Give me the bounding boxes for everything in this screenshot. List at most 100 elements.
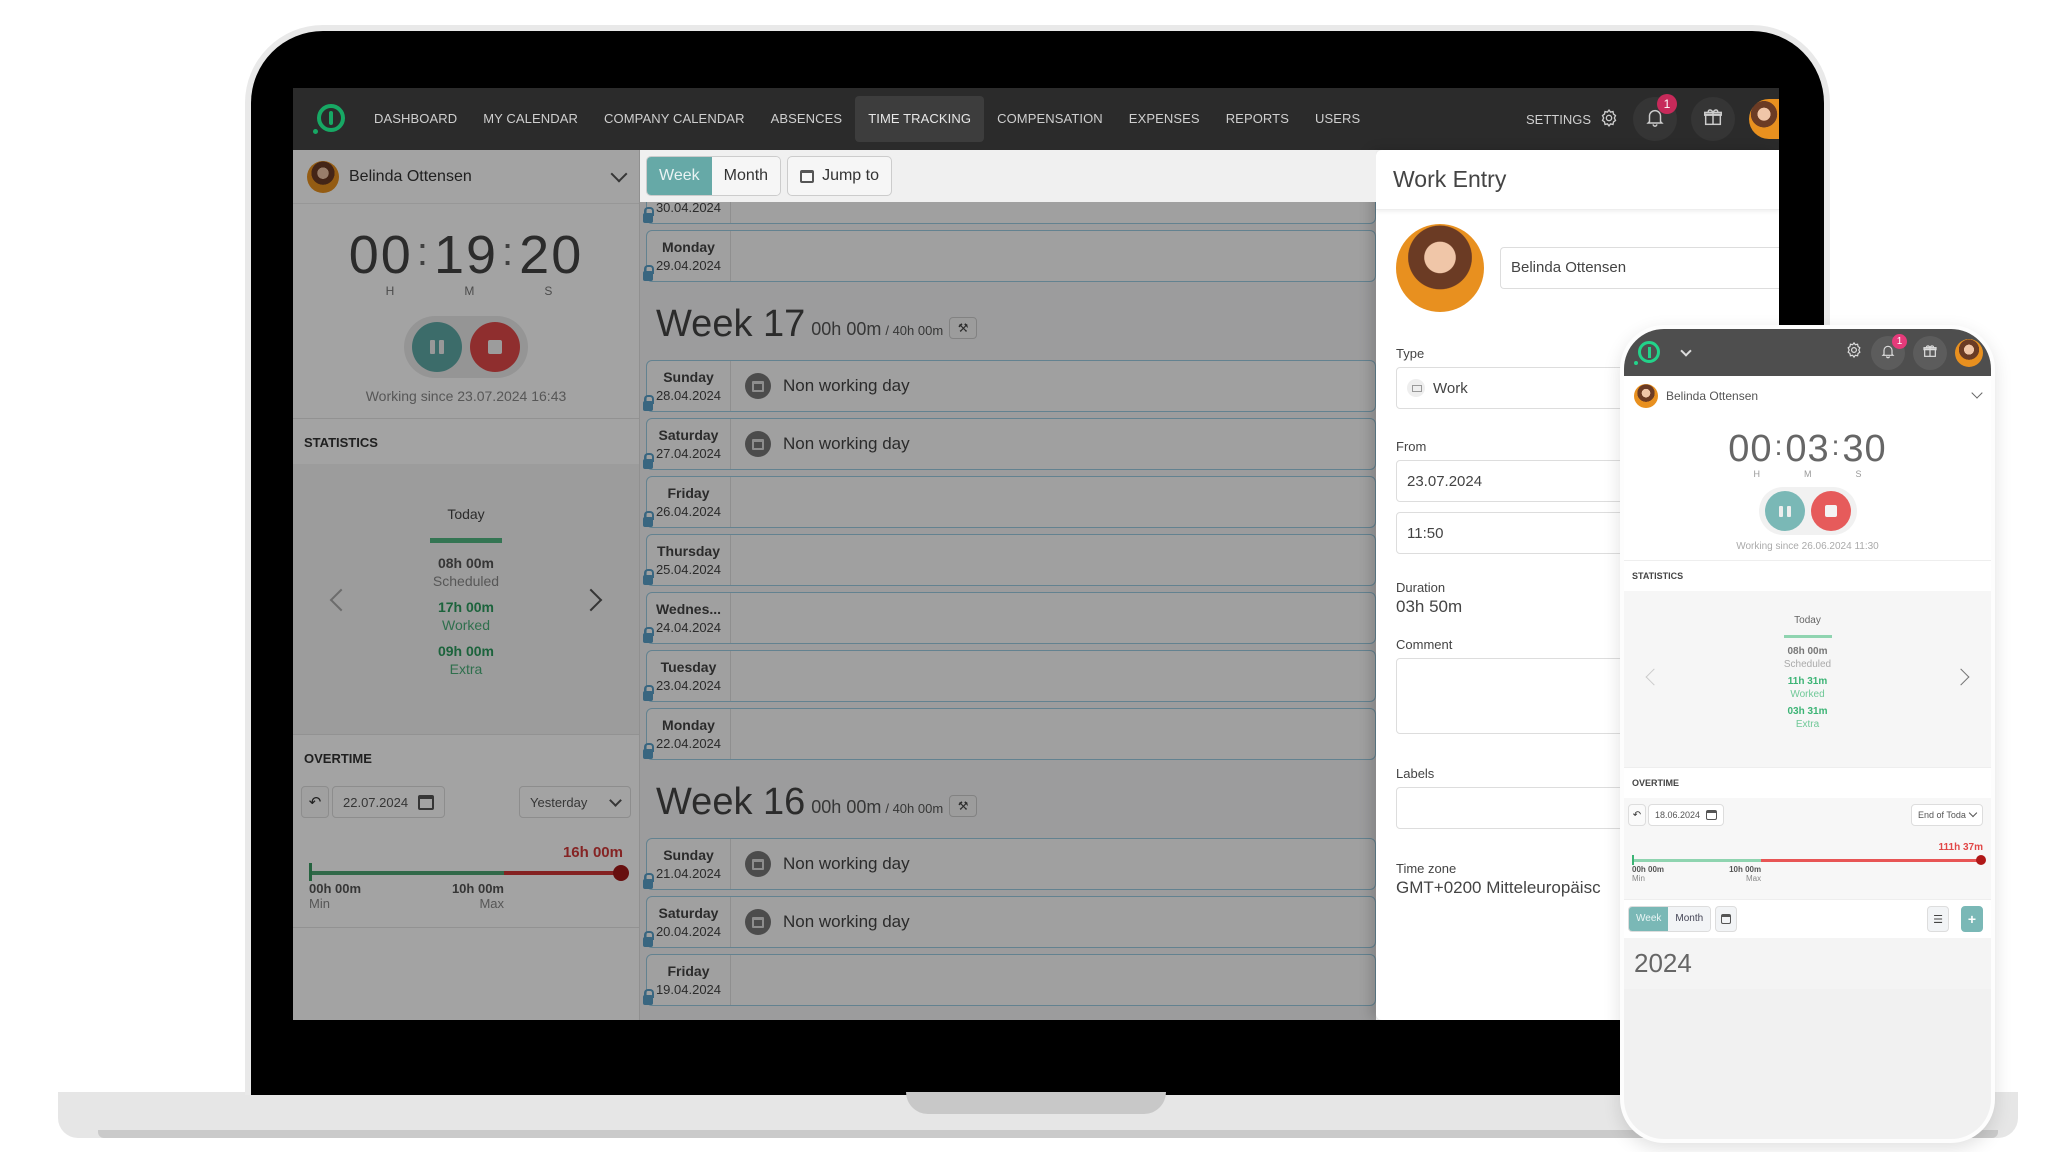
gifts-button[interactable] — [1691, 97, 1735, 141]
day-name: Saturday — [658, 905, 719, 921]
gear-icon[interactable] — [1845, 341, 1863, 364]
day-row[interactable]: Sunday 21.04.2024 Non working day — [643, 838, 1376, 890]
user-selector[interactable]: Belinda Ottensen — [293, 150, 639, 204]
gifts-button[interactable] — [1913, 335, 1947, 370]
unlock-icon[interactable] — [643, 569, 654, 585]
notifications-button[interactable]: 1 — [1871, 333, 1907, 370]
nav-item-users[interactable]: USERS — [1302, 96, 1373, 142]
user-avatar — [1634, 384, 1658, 408]
day-row[interactable]: Friday 26.04.2024 — [643, 476, 1376, 528]
pause-button[interactable] — [412, 322, 462, 372]
extra-label: Extra — [1795, 719, 1820, 730]
filter-button[interactable]: ☰ — [1927, 906, 1949, 932]
reset-button[interactable]: ↶ — [301, 786, 329, 818]
from-date-value: 23.07.2024 — [1407, 472, 1483, 490]
profile-avatar[interactable] — [1955, 338, 1983, 367]
logo-icon[interactable] — [313, 102, 347, 136]
gear-icon — [1599, 108, 1619, 131]
chevron-down-icon — [1971, 387, 1983, 399]
overtime-range-select[interactable]: Yesterday — [519, 786, 631, 818]
logo-icon[interactable] — [1634, 339, 1662, 367]
day-note: Non working day — [783, 434, 910, 453]
unlock-icon[interactable] — [643, 395, 654, 411]
unlock-icon[interactable] — [643, 931, 654, 947]
unlock-icon[interactable] — [643, 627, 654, 643]
settings-link[interactable]: SETTINGS — [1526, 108, 1619, 131]
nav-item-time-tracking[interactable]: TIME TRACKING — [855, 96, 985, 142]
unlock-icon[interactable] — [643, 685, 654, 701]
month-view-button[interactable]: Month — [1668, 907, 1711, 931]
day-date: 30.04.2024 — [655, 200, 722, 215]
week-view-button[interactable]: Week — [647, 157, 712, 195]
nav-item-reports[interactable]: REPORTS — [1213, 96, 1302, 142]
calendar-icon — [418, 794, 435, 810]
sliders-icon: ☰ — [1933, 913, 1943, 926]
calendar-icon — [1706, 810, 1718, 820]
day-row[interactable]: Sunday 28.04.2024 Non working day — [643, 360, 1376, 412]
magic-wand-icon[interactable]: ⚒ — [949, 317, 978, 339]
magic-wand-icon[interactable]: ⚒ — [949, 795, 978, 817]
nav-item-dashboard[interactable]: DASHBOARD — [361, 96, 470, 142]
day-row[interactable]: Friday 19.04.2024 — [643, 954, 1376, 1006]
overtime-title: OVERTIME — [1624, 767, 1991, 798]
entry-user-avatar — [1396, 224, 1484, 312]
nav-item-compensation[interactable]: COMPENSATION — [984, 96, 1116, 142]
unlock-icon[interactable] — [643, 743, 654, 759]
nav-item-expenses[interactable]: EXPENSES — [1116, 96, 1213, 142]
menu-chevron-icon[interactable] — [1680, 344, 1692, 357]
day-note: Non working day — [783, 912, 910, 931]
jump-to-button[interactable]: Jump to — [787, 156, 892, 196]
user-name: Belinda Ottensen — [349, 167, 472, 185]
user-selector[interactable]: Belinda Ottensen — [1624, 376, 1991, 416]
overtime-bar-start — [309, 863, 312, 881]
unlock-icon[interactable] — [643, 265, 654, 281]
day-row[interactable]: Saturday 20.04.2024 Non working day — [643, 896, 1376, 948]
day-cell: Tuesday 23.04.2024 — [647, 651, 731, 701]
profile-avatar[interactable] — [1749, 99, 1779, 139]
day-row[interactable]: Thursday 25.04.2024 — [643, 534, 1376, 586]
week-view-button[interactable]: Week — [1629, 907, 1669, 931]
calendar-icon — [745, 373, 771, 399]
month-view-button[interactable]: Month — [711, 157, 781, 195]
stop-icon — [1824, 505, 1837, 517]
overtime-date-input[interactable]: 22.07.2024 — [332, 786, 446, 818]
overtime-date-input[interactable]: 18.06.2024 — [1648, 804, 1725, 826]
timer-seconds: 20 — [519, 225, 584, 285]
day-row[interactable]: Wednes... 24.04.2024 — [643, 592, 1376, 644]
add-entry-button[interactable]: + — [1961, 906, 1983, 932]
day-row[interactable]: Tuesday 23.04.2024 — [643, 650, 1376, 702]
day-row[interactable]: Monday 29.04.2024 — [643, 230, 1376, 282]
overtime-range-select[interactable]: End of Today — [1911, 804, 1983, 826]
nav-menu: DASHBOARD MY CALENDAR COMPANY CALENDAR ABSE… — [361, 88, 1373, 150]
timer-minutes: 03 — [1785, 428, 1830, 470]
unlock-icon[interactable] — [643, 207, 654, 223]
pause-button[interactable] — [1764, 491, 1805, 531]
day-row[interactable]: Monday 22.04.2024 — [643, 708, 1376, 760]
jump-to-button[interactable] — [1715, 906, 1738, 932]
user-name: Belinda Ottensen — [1666, 389, 1759, 403]
day-date: 25.04.2024 — [655, 562, 722, 577]
seconds-label: S — [1855, 469, 1862, 479]
overtime-bar-start — [1632, 855, 1634, 865]
mobile-view-toolbar: Week Month ☰ + — [1624, 899, 1991, 938]
unlock-icon[interactable] — [643, 989, 654, 1005]
stop-button[interactable] — [470, 322, 520, 372]
stop-button[interactable] — [1810, 491, 1851, 531]
timer-display: 00:19:20 — [348, 225, 584, 285]
notifications-button[interactable]: 1 — [1633, 94, 1677, 141]
overtime-bar-normal — [1632, 859, 1762, 862]
nav-item-company-calendar[interactable]: COMPANY CALENDAR — [591, 96, 758, 142]
day-row[interactable]: Saturday 27.04.2024 Non working day — [643, 418, 1376, 470]
undo-icon: ↶ — [1632, 809, 1642, 821]
entry-user-field[interactable]: Belinda Ottensen — [1500, 247, 1779, 289]
day-date: 29.04.2024 — [655, 258, 722, 273]
timer-seconds: 30 — [1842, 428, 1887, 470]
max-tick: 10h 00m Max — [1729, 865, 1762, 883]
reset-button[interactable]: ↶ — [1628, 804, 1646, 826]
worked-label: Worked — [1790, 689, 1825, 700]
unlock-icon[interactable] — [643, 873, 654, 889]
unlock-icon[interactable] — [643, 453, 654, 469]
nav-item-absences[interactable]: ABSENCES — [758, 96, 856, 142]
nav-item-my-calendar[interactable]: MY CALENDAR — [470, 96, 591, 142]
unlock-icon[interactable] — [643, 511, 654, 527]
